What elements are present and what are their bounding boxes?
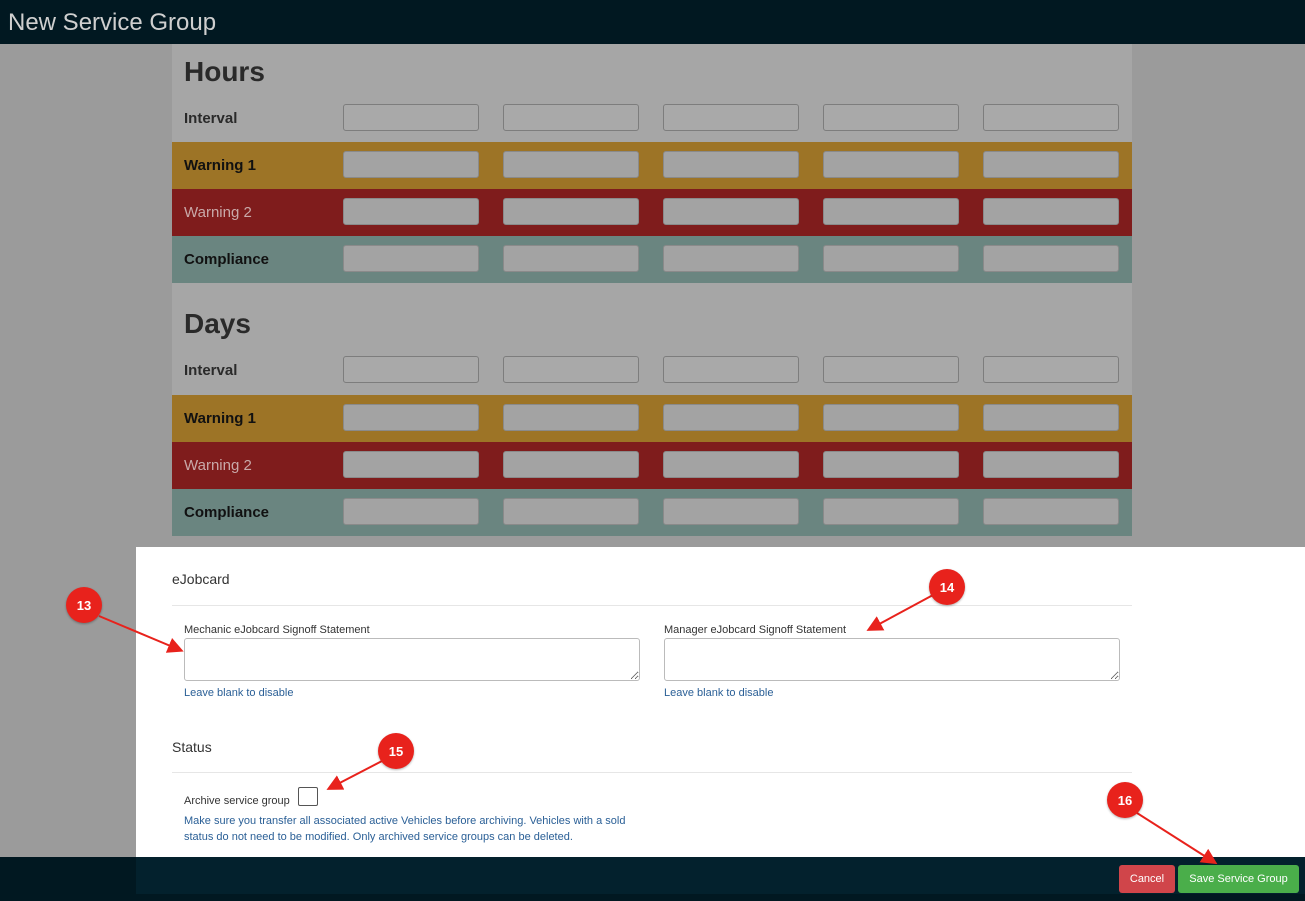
days-interval-input-1[interactable] bbox=[343, 356, 479, 383]
row-label: Warning 2 bbox=[184, 457, 252, 474]
days-interval-input-3[interactable] bbox=[663, 356, 799, 383]
days-interval-row: Interval bbox=[172, 347, 1132, 394]
hours-heading: Hours bbox=[184, 56, 265, 87]
annotation-badge-16: 16 bbox=[1107, 782, 1143, 818]
days-warning2-input-1[interactable] bbox=[343, 451, 479, 478]
hours-interval-input-3[interactable] bbox=[663, 104, 799, 131]
hours-warning2-input-2[interactable] bbox=[503, 198, 639, 225]
hours-compliance-row: Compliance bbox=[172, 236, 1132, 283]
hours-warning2-input-3[interactable] bbox=[663, 198, 799, 225]
days-interval-input-4[interactable] bbox=[823, 356, 959, 383]
manager-signoff-help: Leave blank to disable bbox=[664, 687, 774, 699]
manager-signoff-textarea[interactable] bbox=[664, 638, 1120, 681]
days-compliance-input-1[interactable] bbox=[343, 498, 479, 525]
manager-signoff-label: Manager eJobcard Signoff Statement bbox=[664, 624, 847, 636]
days-section: Days Interval Warning 1 Warning 2 Compli… bbox=[172, 284, 1132, 536]
archive-help: Make sure you transfer all associated ac… bbox=[184, 815, 626, 843]
days-warning2-input-4[interactable] bbox=[823, 451, 959, 478]
days-warning2-row: Warning 2 bbox=[172, 442, 1132, 489]
hours-compliance-input-2[interactable] bbox=[503, 245, 639, 272]
days-compliance-input-4[interactable] bbox=[823, 498, 959, 525]
row-label: Warning 1 bbox=[184, 410, 256, 427]
days-warning1-input-2[interactable] bbox=[503, 404, 639, 431]
days-warning1-input-3[interactable] bbox=[663, 404, 799, 431]
days-warning1-input-4[interactable] bbox=[823, 404, 959, 431]
save-service-group-button[interactable]: Save Service Group bbox=[1178, 865, 1299, 893]
days-warning1-input-5[interactable] bbox=[983, 404, 1119, 431]
hours-compliance-input-1[interactable] bbox=[343, 245, 479, 272]
divider bbox=[172, 605, 1132, 606]
days-warning1-input-1[interactable] bbox=[343, 404, 479, 431]
hours-interval-input-1[interactable] bbox=[343, 104, 479, 131]
days-warning1-row: Warning 1 bbox=[172, 395, 1132, 442]
row-label: Compliance bbox=[184, 504, 270, 521]
hours-warning2-input-1[interactable] bbox=[343, 198, 479, 225]
archive-label: Archive service group bbox=[184, 795, 290, 807]
row-label: Interval bbox=[184, 362, 238, 379]
mechanic-signoff-help: Leave blank to disable bbox=[184, 687, 294, 699]
hours-interval-input-5[interactable] bbox=[983, 104, 1119, 131]
hours-warning1-input-2[interactable] bbox=[503, 151, 639, 178]
archive-checkbox[interactable] bbox=[298, 787, 318, 806]
days-warning2-input-5[interactable] bbox=[983, 451, 1119, 478]
hours-warning1-input-4[interactable] bbox=[823, 151, 959, 178]
divider bbox=[172, 772, 1132, 773]
days-compliance-row: Compliance bbox=[172, 489, 1132, 536]
hours-interval-input-2[interactable] bbox=[503, 104, 639, 131]
hours-warning1-input-5[interactable] bbox=[983, 151, 1119, 178]
annotation-badge-14: 14 bbox=[929, 569, 965, 605]
hours-warning2-row: Warning 2 bbox=[172, 189, 1132, 236]
row-label: Warning 2 bbox=[184, 204, 252, 221]
row-label: Warning 1 bbox=[184, 157, 256, 174]
hours-warning1-input-3[interactable] bbox=[663, 151, 799, 178]
hours-compliance-input-3[interactable] bbox=[663, 245, 799, 272]
status-title: Status bbox=[172, 739, 212, 755]
hours-warning2-input-5[interactable] bbox=[983, 198, 1119, 225]
hours-compliance-input-4[interactable] bbox=[823, 245, 959, 272]
hours-section: Hours Interval Warning 1 Warning 2 Compl… bbox=[172, 44, 1132, 284]
hours-interval-input-4[interactable] bbox=[823, 104, 959, 131]
top-bar: New Service Group bbox=[0, 0, 1305, 44]
annotation-badge-15: 15 bbox=[378, 733, 414, 769]
hours-warning1-input-1[interactable] bbox=[343, 151, 479, 178]
row-label: Compliance bbox=[184, 251, 270, 268]
hours-warning1-row: Warning 1 bbox=[172, 142, 1132, 189]
days-warning2-input-3[interactable] bbox=[663, 451, 799, 478]
hours-warning2-input-4[interactable] bbox=[823, 198, 959, 225]
bottom-bar: Cancel Save Service Group bbox=[0, 857, 1305, 901]
days-compliance-input-3[interactable] bbox=[663, 498, 799, 525]
days-compliance-input-2[interactable] bbox=[503, 498, 639, 525]
hours-interval-row: Interval bbox=[172, 95, 1132, 142]
page-title: New Service Group bbox=[8, 9, 217, 36]
hours-compliance-input-5[interactable] bbox=[983, 245, 1119, 272]
days-warning2-input-2[interactable] bbox=[503, 451, 639, 478]
ejobcard-title: eJobcard bbox=[172, 571, 230, 587]
cancel-button[interactable]: Cancel bbox=[1119, 865, 1175, 893]
days-interval-input-5[interactable] bbox=[983, 356, 1119, 383]
days-interval-input-2[interactable] bbox=[503, 356, 639, 383]
annotation-badge-13: 13 bbox=[66, 587, 102, 623]
mechanic-signoff-label: Mechanic eJobcard Signoff Statement bbox=[184, 624, 370, 636]
row-label: Interval bbox=[184, 110, 238, 127]
mechanic-signoff-textarea[interactable] bbox=[184, 638, 640, 681]
days-heading: Days bbox=[184, 308, 251, 339]
days-compliance-input-5[interactable] bbox=[983, 498, 1119, 525]
